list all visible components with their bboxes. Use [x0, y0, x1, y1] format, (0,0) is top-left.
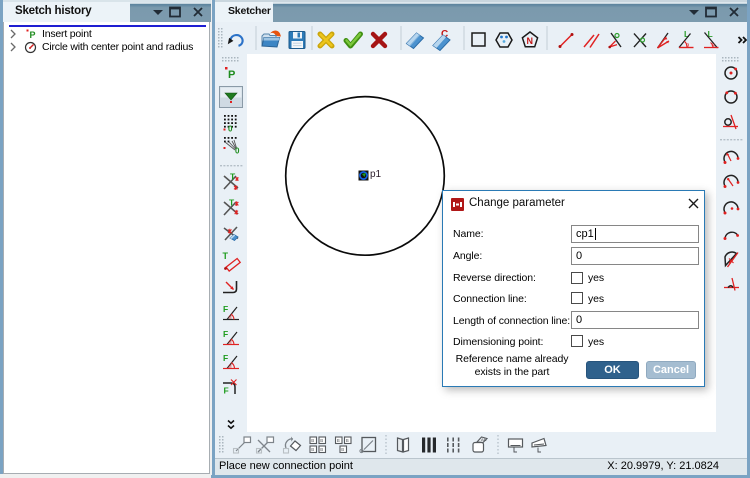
svg-text:T: T [230, 172, 236, 182]
svg-text:P: P [30, 30, 36, 40]
svg-text:B: B [311, 438, 314, 443]
svg-text:B: B [311, 447, 314, 452]
svg-text:F: F [223, 304, 228, 314]
svg-text:0: 0 [228, 125, 233, 134]
svg-text:F: F [223, 353, 228, 363]
svg-text:B: B [341, 447, 344, 452]
svg-text:F: F [224, 386, 229, 396]
svg-text:B: B [320, 447, 323, 452]
svg-text:T: T [229, 198, 235, 208]
svg-text:T: T [223, 251, 229, 261]
svg-text:B: B [320, 438, 323, 443]
svg-text:P: P [228, 69, 235, 81]
svg-text:AN: AN [481, 437, 487, 442]
svg-text:F: F [223, 329, 228, 339]
svg-text:B: B [337, 438, 340, 443]
svg-text:0: 0 [235, 147, 240, 156]
svg-text:B: B [346, 438, 349, 443]
svg-text:N: N [527, 36, 534, 46]
